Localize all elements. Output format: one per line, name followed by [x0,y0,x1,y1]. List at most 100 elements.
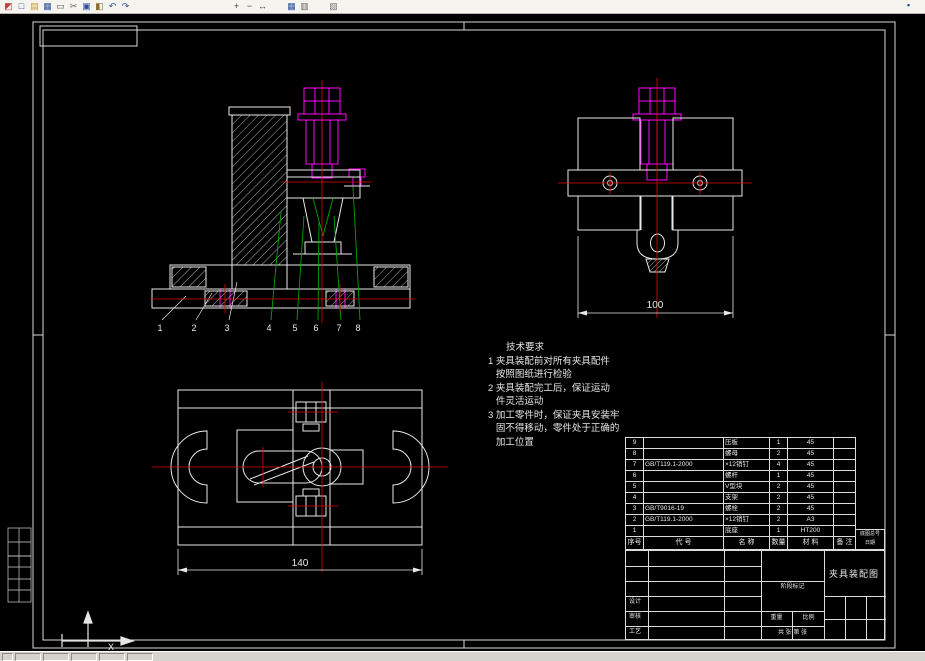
bom-cell-material: 45 [788,482,834,492]
bom-cell-num: 5 [626,482,644,492]
part-label-5: 5 [292,323,297,333]
print-icon[interactable]: ▭ [54,1,67,12]
undo-icon[interactable]: ↶ [106,1,119,12]
titleblock-label-scale: 比例 [802,615,815,621]
titleblock-label-process: 工艺 [629,629,642,635]
bom-cell-code [644,493,724,503]
app-menu-icon[interactable]: ◩ [2,1,15,12]
new-file-icon[interactable]: □ [15,1,28,12]
corner-note-line-2: 日期 [864,540,875,546]
part-label-4: 4 [266,323,271,333]
dimension-140: 140 [292,558,309,569]
zoom-in-icon[interactable]: + [230,1,243,12]
bom-row: 8 螺母 2 45 [625,448,856,459]
technical-requirements: 技术要求 1 夹具装配前对所有夹具配件 按照图纸进行检验 2 夹具装配完工后，保证… [488,341,619,449]
bill-of-materials: 9 压板 1 45 8 螺母 2 45 7 GB/T119.1-2000 ×12… [625,437,856,550]
bom-cell-material: 45 [788,438,834,448]
window-icon[interactable]: ▪ [902,0,915,11]
part-label-7: 7 [336,323,341,333]
left-margin-blocks [7,527,32,603]
tech-req-line: 按照图纸进行检验 [488,369,572,380]
save-icon[interactable]: ▦ [41,1,54,12]
titleblock-label-design: 设计 [629,599,642,605]
tech-req-title: 技术要求 [506,342,545,353]
bom-header: 序号 代 号 名 称 数量 材 料 备 注 [625,536,856,550]
statusbar-segment[interactable] [99,652,125,661]
bom-cell-note [834,526,856,536]
bom-cell-code: GB/T119.1-2000 [644,460,724,470]
bom-row: 1 底座 1 HT200 [625,525,856,536]
statusbar-segment[interactable] [2,652,13,661]
paste-icon[interactable]: ◧ [93,1,106,12]
titleblock-label-pages: 共 张 第 张 [777,630,807,636]
bom-row: 3 GB/T9016-19 螺栓 2 45 [625,503,856,514]
bom-row: 2 GB/T119.1-2000 ×12销钉 2 A3 [625,514,856,525]
toolbar-group-extra: ▧ [325,0,340,13]
copy-icon[interactable]: ▣ [80,1,93,12]
titleblock-label-stage: 阶段标记 [780,584,805,590]
bom-cell-code [644,449,724,459]
title-block: 设计 审核 工艺 阶段标记 重量 比例 共 张 第 张 夹具装配图 [625,550,886,640]
bom-cell-qty: 1 [770,526,788,536]
bom-cell-material: 45 [788,449,834,459]
bom-row: 7 GB/T119.1-2000 ×12销钉 4 45 [625,459,856,470]
bom-cell-code [644,438,724,448]
bom-header-note: 备 注 [834,537,856,549]
bom-cell-qty: 1 [770,438,788,448]
bom-header-num: 序号 [626,537,644,549]
statusbar-segment[interactable] [127,652,153,661]
toolbar-group-right: ▪ [902,0,915,11]
bom-cell-material: 45 [788,460,834,470]
bom-cell-note [834,482,856,492]
corner-note: 底图总号 日期 [855,529,885,550]
front-view: 1 2 3 4 5 6 7 8 [150,80,415,333]
tech-req-line: 1 夹具装配前对所有夹具配件 [488,355,610,367]
bom-row: 5 V型块 2 45 [625,481,856,492]
drawing-canvas[interactable]: X 1 2 3 4 5 6 7 8 100 140 技术要求 1 夹具装配前对所… [0,13,925,652]
bom-cell-qty: 2 [770,449,788,459]
bom-row: 4 支架 2 45 [625,492,856,503]
bom-cell-name: 压板 [724,438,770,448]
bom-cell-qty: 2 [770,493,788,503]
statusbar-segment[interactable] [15,652,41,661]
dimension-100: 100 [647,300,664,311]
pan-icon[interactable]: ↔ [256,1,269,12]
bom-cell-note [834,449,856,459]
grid-icon[interactable]: ▦ [285,1,298,12]
bom-cell-code: GB/T9016-19 [644,504,724,514]
open-folder-icon[interactable]: ▤ [28,1,41,12]
bom-cell-code [644,482,724,492]
bom-cell-note [834,460,856,470]
toolbar: ◩ □ ▤ ▦ ▭ ✂ ▣ ◧ ↶ ↷ + − ↔ ▦ ▥ ▧ ▪ [0,0,925,14]
bom-cell-qty: 1 [770,471,788,481]
cut-icon[interactable]: ✂ [67,1,80,12]
layers-icon[interactable]: ▥ [298,1,311,12]
bom-cell-name: 底座 [724,526,770,536]
statusbar-segment[interactable] [71,652,97,661]
statusbar-segment[interactable] [43,652,69,661]
side-view: 100 [558,78,752,318]
part-label-1: 1 [157,323,162,333]
redo-icon[interactable]: ↷ [119,1,132,12]
bom-header-code: 代 号 [644,537,724,549]
bom-cell-num: 9 [626,438,644,448]
bom-cell-qty: 2 [770,515,788,525]
bom-row: 6 螺杆 1 45 [625,470,856,481]
part-label-6: 6 [313,323,318,333]
part-label-2: 2 [191,323,196,333]
bom-cell-name: 螺杆 [724,471,770,481]
bom-cell-code: GB/T119.1-2000 [644,515,724,525]
toolbar-group-zoom: + − ↔ [228,0,269,13]
bom-cell-note [834,471,856,481]
zoom-out-icon[interactable]: − [243,1,256,12]
bom-cell-name: ×12销钉 [724,515,770,525]
bom-cell-name: 螺母 [724,449,770,459]
bom-cell-num: 4 [626,493,644,503]
bom-cell-name: 支架 [724,493,770,503]
bom-row: 9 压板 1 45 [625,437,856,448]
top-view: 140 [152,382,448,575]
part-label-8: 8 [355,323,360,333]
titleblock-label-weight: 重量 [770,615,783,621]
bom-header-qty: 数量 [770,537,788,549]
properties-icon[interactable]: ▧ [327,1,340,12]
